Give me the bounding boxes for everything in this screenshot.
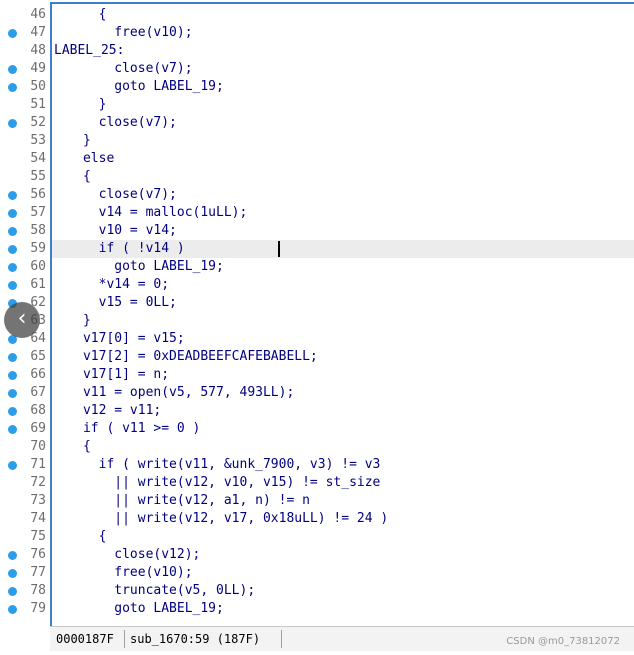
code-text: { (36, 439, 91, 454)
code-text: v17[0] = v15; (36, 331, 185, 346)
code-text: { (36, 7, 107, 22)
code-text: LABEL_25: (54, 43, 125, 58)
code-line[interactable]: 75 { (0, 528, 634, 546)
status-address: 0000187F (56, 632, 114, 646)
code-line[interactable]: 78 truncate(v5, 0LL); (0, 582, 634, 600)
code-text: || write(v12, v10, v15) != st_size (36, 475, 381, 490)
breakpoint-dot-icon[interactable] (8, 263, 17, 272)
code-text: } (36, 97, 107, 112)
code-text: *v14 = 0; (36, 277, 170, 292)
code-line[interactable]: 52 close(v7); (0, 114, 634, 132)
code-line[interactable]: 51 } (0, 96, 634, 114)
back-arrow-icon[interactable]: ‹ (4, 302, 40, 338)
code-line[interactable]: 68 v12 = v11; (0, 402, 634, 420)
code-text: if ( write(v11, &unk_7900, v3) != v3 (36, 457, 381, 472)
code-text: close(v7); (36, 187, 177, 202)
pseudocode-window: 46 {47 free(v10); 48 LABEL_25: 49 close(v7)… (0, 0, 634, 655)
breakpoint-dot-icon[interactable] (8, 191, 17, 200)
text-cursor (278, 241, 280, 257)
breakpoint-dot-icon[interactable] (8, 227, 17, 236)
code-text: if ( v11 >= 0 ) (36, 421, 201, 436)
code-line[interactable]: 46 { (0, 6, 634, 24)
code-line[interactable]: 58 v10 = v14; (0, 222, 634, 240)
watermark: CSDN @m0_73812072 (506, 636, 620, 647)
code-line[interactable]: 53 } (0, 132, 634, 150)
breakpoint-dot-icon[interactable] (8, 605, 17, 614)
code-line[interactable]: 56 close(v7); (0, 186, 634, 204)
breakpoint-dot-icon[interactable] (8, 569, 17, 578)
code-line[interactable]: 65 v17[2] = 0xDEADBEEFCAFEBABELL; (0, 348, 634, 366)
breakpoint-dot-icon[interactable] (8, 461, 17, 470)
code-text: if ( !v14 ) (36, 241, 185, 256)
code-text: close(v7); (36, 115, 177, 130)
code-line[interactable]: 62 v15 = 0LL; (0, 294, 634, 312)
breakpoint-dot-icon[interactable] (8, 353, 17, 362)
code-line[interactable]: 64 v17[0] = v15; (0, 330, 634, 348)
code-line[interactable]: 72 || write(v12, v10, v15) != st_size (0, 474, 634, 492)
code-text: else (36, 151, 115, 166)
breakpoint-dot-icon[interactable] (8, 209, 17, 218)
code-line[interactable]: 71 if ( write(v11, &unk_7900, v3) != v3 (0, 456, 634, 474)
code-text: || write(v12, a1, n) != n (36, 493, 310, 508)
code-line[interactable]: 70 { (0, 438, 634, 456)
code-text: v14 = malloc(1uLL); (36, 205, 248, 220)
code-text: v12 = v11; (36, 403, 162, 418)
code-line[interactable]: 48 LABEL_25: (0, 42, 634, 60)
code-text: goto LABEL_19; (36, 259, 224, 274)
breakpoint-dot-icon[interactable] (8, 83, 17, 92)
breakpoint-dot-icon[interactable] (8, 281, 17, 290)
breakpoint-dot-icon[interactable] (8, 119, 17, 128)
code-text: free(v10); (36, 565, 193, 580)
line-number: 48 (30, 43, 46, 58)
code-line[interactable]: 77 free(v10); (0, 564, 634, 582)
code-text: { (36, 529, 107, 544)
code-line[interactable]: 54 else (0, 150, 634, 168)
code-line[interactable]: 79 goto LABEL_19; (0, 600, 634, 618)
code-text: } (36, 313, 91, 328)
code-text: v17[2] = 0xDEADBEEFCAFEBABELL; (36, 349, 318, 364)
code-line[interactable]: 69 if ( v11 >= 0 ) (0, 420, 634, 438)
status-location: sub_1670:59 (187F) (130, 632, 261, 646)
code-text: v17[1] = n; (36, 367, 170, 382)
breakpoint-dot-icon[interactable] (8, 407, 17, 416)
code-line[interactable]: 63 } (0, 312, 634, 330)
code-line[interactable]: 61 *v14 = 0; (0, 276, 634, 294)
code-text: || write(v12, v17, 0x18uLL) != 24 ) (36, 511, 389, 526)
code-line[interactable]: 49 close(v7); (0, 60, 634, 78)
breakpoint-dot-icon[interactable] (8, 65, 17, 74)
code-line[interactable]: 50 goto LABEL_19; (0, 78, 634, 96)
code-line[interactable]: 67 v11 = open(v5, 577, 493LL); (0, 384, 634, 402)
code-text: v11 = open(v5, 577, 493LL); (36, 385, 295, 400)
code-text: close(v7); (36, 61, 193, 76)
code-line[interactable]: 55 { (0, 168, 634, 186)
breakpoint-dot-icon[interactable] (8, 389, 17, 398)
code-line[interactable]: 47 free(v10); (0, 24, 634, 42)
code-line[interactable]: 76 close(v12); (0, 546, 634, 564)
status-separator (281, 630, 282, 648)
breakpoint-dot-icon[interactable] (8, 371, 17, 380)
code-line[interactable]: 59 if ( !v14 ) (8, 240, 634, 258)
code-line[interactable]: 57 v14 = malloc(1uLL); (0, 204, 634, 222)
code-line[interactable]: 60 goto LABEL_19; (0, 258, 634, 276)
status-separator (124, 630, 125, 648)
breakpoint-dot-icon[interactable] (8, 29, 17, 38)
code-line[interactable]: 66 v17[1] = n; (0, 366, 634, 384)
code-text: goto LABEL_19; (36, 79, 224, 94)
code-text: free(v10); (36, 25, 193, 40)
code-text: truncate(v5, 0LL); (36, 583, 256, 598)
code-text: goto LABEL_19; (36, 601, 224, 616)
code-text: close(v12); (36, 547, 201, 562)
breakpoint-dot-icon[interactable] (8, 551, 17, 560)
breakpoint-dot-icon[interactable] (8, 587, 17, 596)
code-text: v15 = 0LL; (36, 295, 177, 310)
code-text: v10 = v14; (36, 223, 177, 238)
code-line[interactable]: 74 || write(v12, v17, 0x18uLL) != 24 ) (0, 510, 634, 528)
code-text: { (36, 169, 91, 184)
breakpoint-dot-icon[interactable] (8, 425, 17, 434)
code-text: } (36, 133, 91, 148)
code-line[interactable]: 73 || write(v12, a1, n) != n (0, 492, 634, 510)
breakpoint-dot-icon[interactable] (8, 245, 17, 254)
